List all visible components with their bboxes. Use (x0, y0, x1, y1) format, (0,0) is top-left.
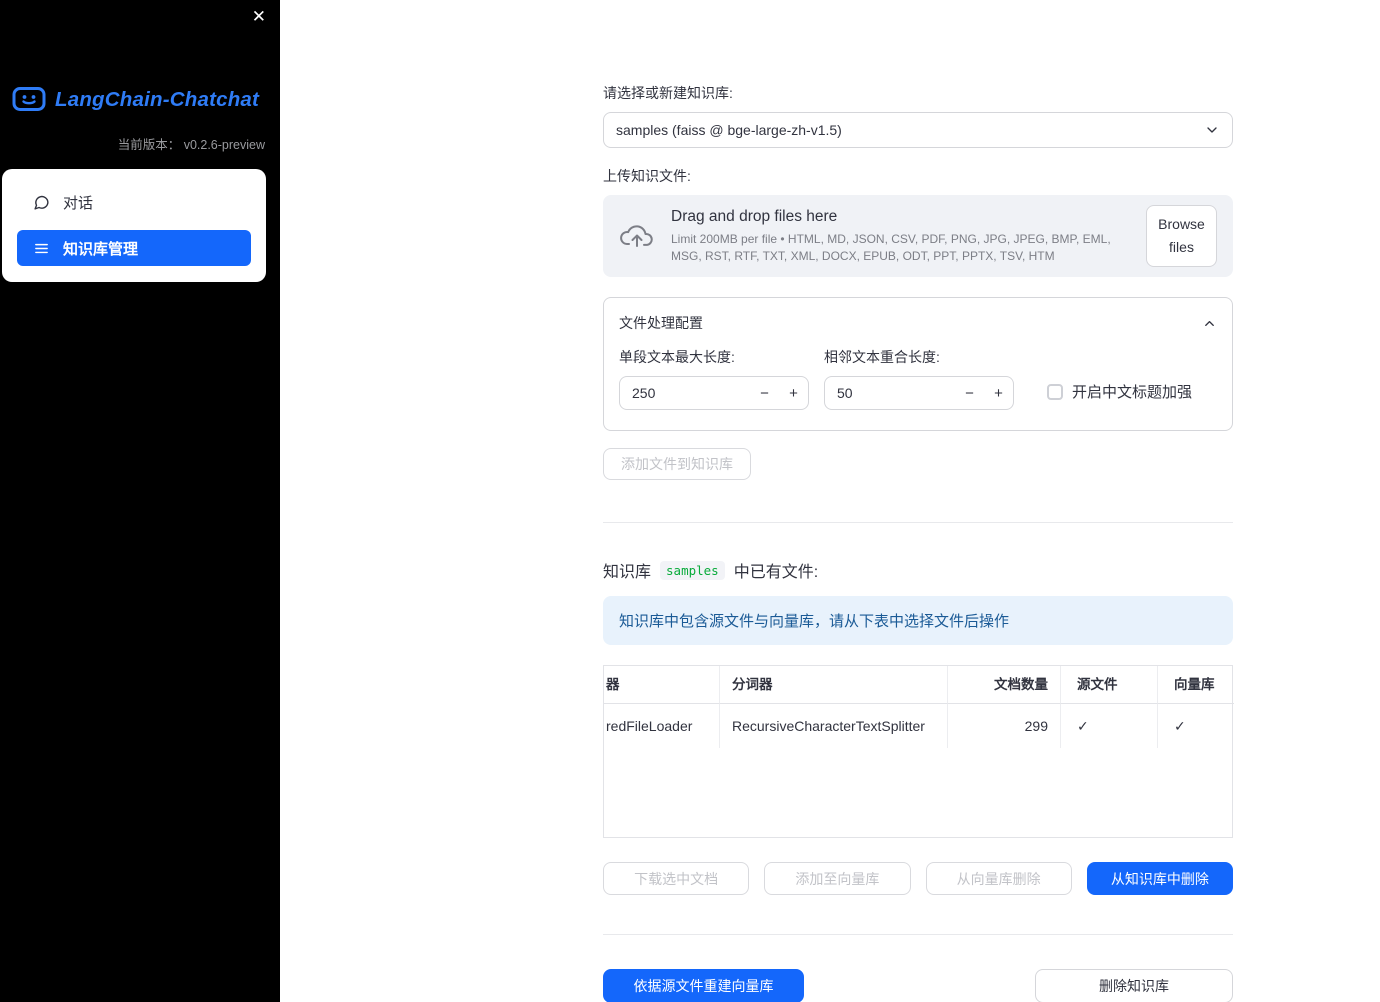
column-header-loader[interactable]: 器 (604, 666, 720, 704)
chevron-up-icon (1202, 316, 1217, 331)
add-files-to-kb-button[interactable]: 添加文件到知识库 (603, 448, 751, 480)
divider (603, 522, 1233, 523)
cloud-upload-icon (619, 222, 655, 250)
expander-header[interactable]: 文件处理配置 (619, 313, 1217, 333)
chatbot-logo-icon (12, 86, 46, 114)
delete-from-vector-store-button[interactable]: 从向量库删除 (925, 862, 1072, 895)
app-title: LangChain-Chatchat (55, 88, 260, 111)
app-logo: LangChain-Chatchat (0, 0, 280, 114)
sidebar-item-dialogue[interactable]: 对话 (17, 185, 251, 219)
table-row[interactable]: redFileLoader RecursiveCharacterTextSpli… (604, 704, 1232, 748)
kb-name-code: samples (660, 560, 725, 580)
increment-button[interactable]: + (779, 377, 808, 409)
browse-files-button[interactable]: Browse files (1146, 204, 1217, 268)
dropzone-limit: Limit 200MB per file • HTML, MD, JSON, C… (671, 232, 1111, 263)
cell-vector-store-check: ✓ (1174, 718, 1186, 734)
dropzone-title: Drag and drop files here (671, 208, 838, 226)
file-actions-row: 下载选中文档 添加至向量库 从向量库删除 从知识库中删除 (603, 862, 1233, 895)
chat-bubble-icon (32, 194, 50, 211)
cell-splitter: RecursiveCharacterTextSplitter (720, 704, 948, 748)
existing-files-heading: 知识库 samples 中已有文件: (603, 558, 1233, 582)
delete-kb-button[interactable]: 删除知识库 (1035, 969, 1233, 1002)
sidebar: ✕ LangChain-Chatchat 当前版本： v0.2.6-previe… (0, 0, 280, 1002)
list-icon (32, 240, 50, 257)
kb-select-label: 请选择或新建知识库: (603, 85, 733, 101)
max-length-group: 单段文本最大长度: 250 − + (619, 347, 809, 410)
max-length-label: 单段文本最大长度: (619, 349, 735, 365)
divider (603, 934, 1233, 935)
kb-selectbox[interactable]: samples (faiss @ bge-large-zh-v1.5) (603, 112, 1233, 148)
main-area: 请选择或新建知识库: samples (faiss @ bge-large-zh… (280, 0, 1380, 1002)
max-length-stepper[interactable]: 250 − + (619, 376, 809, 410)
overlap-value: 50 (837, 385, 853, 401)
version-label: 当前版本： v0.2.6-preview (117, 138, 265, 152)
column-header-splitter[interactable]: 分词器 (720, 666, 948, 704)
download-selected-button[interactable]: 下载选中文档 (603, 862, 750, 895)
file-config-expander: 文件处理配置 单段文本最大长度: 250 − + 相邻文本重合长度: 50 − … (603, 297, 1233, 431)
table-empty-area (604, 748, 1232, 837)
zh-title-enhance-label: 开启中文标题加强 (1072, 384, 1193, 401)
decrement-button[interactable]: − (955, 377, 984, 409)
sidebar-close-icon[interactable]: ✕ (252, 7, 266, 27)
zh-title-enhance-group: 开启中文标题加强 (1047, 381, 1192, 402)
file-dropzone[interactable]: Drag and drop files here Limit 200MB per… (603, 195, 1233, 277)
overlap-stepper[interactable]: 50 − + (824, 376, 1014, 410)
files-table[interactable]: 器 分词器 文档数量 源文件 向量库 redFileLoader Recursi… (603, 665, 1234, 838)
upload-label: 上传知识文件: (603, 168, 691, 184)
column-header-source-file[interactable]: 源文件 (1061, 666, 1158, 704)
increment-button[interactable]: + (984, 377, 1013, 409)
chevron-down-icon (1204, 122, 1220, 138)
column-header-docs-count[interactable]: 文档数量 (948, 666, 1061, 704)
existing-files-prefix: 知识库 (603, 564, 652, 581)
rebuild-vector-store-button[interactable]: 依据源文件重建向量库 (603, 969, 804, 1002)
sidebar-item-label: 知识库管理 (63, 240, 139, 258)
cell-loader: redFileLoader (604, 704, 720, 748)
max-length-value: 250 (632, 385, 656, 401)
expander-title: 文件处理配置 (619, 315, 703, 331)
zh-title-enhance-checkbox[interactable] (1047, 383, 1063, 400)
info-banner: 知识库中包含源文件与向量库，请从下表中选择文件后操作 (603, 596, 1233, 645)
column-header-vector-store[interactable]: 向量库 (1158, 666, 1234, 704)
overlap-label: 相邻文本重合长度: (824, 349, 940, 365)
cell-docs-count: 299 (948, 704, 1061, 748)
add-to-vector-store-button[interactable]: 添加至向量库 (764, 862, 911, 895)
sidebar-item-knowledge-base[interactable]: 知识库管理 (17, 230, 251, 266)
decrement-button[interactable]: − (750, 377, 779, 409)
overlap-group: 相邻文本重合长度: 50 − + (824, 347, 1014, 410)
sidebar-item-label: 对话 (63, 194, 94, 212)
kb-selectbox-value: samples (faiss @ bge-large-zh-v1.5) (616, 122, 842, 138)
kb-bottom-actions: 依据源文件重建向量库 删除知识库 (603, 969, 1233, 1002)
delete-from-kb-button[interactable]: 从知识库中删除 (1086, 862, 1233, 895)
sidebar-nav: 对话 知识库管理 (2, 169, 266, 282)
dropzone-text: Drag and drop files here Limit 200MB per… (671, 208, 1130, 263)
table-header-row: 器 分词器 文档数量 源文件 向量库 (604, 666, 1234, 704)
existing-files-suffix: 中已有文件: (733, 564, 819, 581)
cell-source-file-check: ✓ (1061, 704, 1158, 748)
